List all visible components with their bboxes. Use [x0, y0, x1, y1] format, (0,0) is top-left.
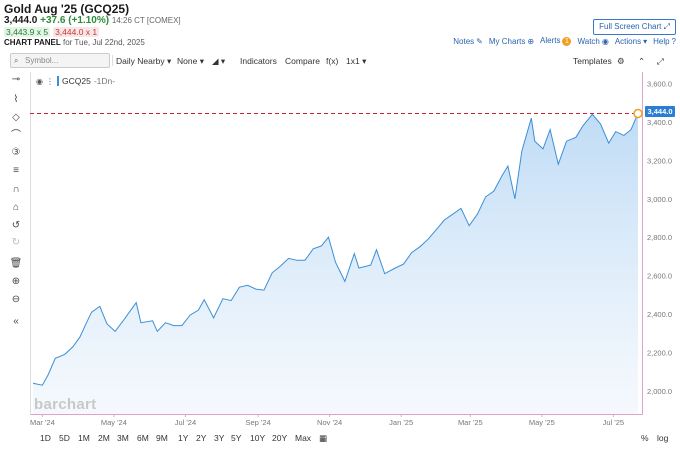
range-1m-button[interactable]: 1M	[78, 433, 90, 443]
range-5d-button[interactable]: 5D	[59, 433, 70, 443]
x-axis-tick-label: Mar '25	[458, 418, 483, 427]
range-2y-button[interactable]: 2Y	[196, 433, 206, 443]
range-bar: 1D 5D 1M 2M 3M 6M 9M 1Y 2Y 3Y 5Y 10Y 20Y Max ▦ % log	[0, 432, 680, 446]
y-axis-tick-label: 3,400.0	[647, 118, 672, 127]
eye-icon[interactable]: ◉	[36, 77, 43, 86]
y-axis-tick-label: 2,000.0	[647, 387, 672, 396]
series-swatch	[56, 76, 59, 86]
range-2m-button[interactable]: 2M	[98, 433, 110, 443]
range-3y-button[interactable]: 3Y	[214, 433, 224, 443]
log-toggle[interactable]: log	[657, 433, 668, 443]
legend-interval: -1Dn-	[93, 76, 116, 86]
x-axis-tick-label: Jul '25	[603, 418, 624, 427]
range-9m-button[interactable]: 9M	[156, 433, 168, 443]
range-1d-button[interactable]: 1D	[40, 433, 51, 443]
range-1y-button[interactable]: 1Y	[178, 433, 188, 443]
range-20y-button[interactable]: 20Y	[272, 433, 287, 443]
y-axis-tick-label: 2,200.0	[647, 349, 672, 358]
last-price-marker[interactable]	[633, 108, 643, 119]
calendar-icon[interactable]: ▦	[319, 433, 327, 444]
chart-legend[interactable]: ◉ ⋮ GCQ25 -1Dn-	[36, 76, 115, 86]
x-axis-tick-label: Nov '24	[317, 418, 342, 427]
y-axis-tick-label: 3,200.0	[647, 156, 672, 165]
y-axis-tick-label: 3,600.0	[647, 80, 672, 89]
range-max-button[interactable]: Max	[295, 433, 311, 443]
barchart-watermark: barchart	[34, 396, 97, 413]
range-5y-button[interactable]: 5Y	[231, 433, 241, 443]
range-3m-button[interactable]: 3M	[117, 433, 129, 443]
x-axis-tick-label: Jan '25	[389, 418, 413, 427]
y-axis-tick-label: 2,600.0	[647, 272, 672, 281]
legend-symbol: GCQ25	[61, 76, 91, 86]
last-price-tag: 3,444.0	[645, 106, 675, 117]
y-axis-tick-label: 2,400.0	[647, 310, 672, 319]
x-axis-tick-label: May '25	[529, 418, 555, 427]
y-axis-tick-label: 2,800.0	[647, 233, 672, 242]
price-area-fill	[33, 113, 638, 414]
x-axis-tick-label: Mar '24	[30, 418, 55, 427]
x-axis-tick-label: May '24	[101, 418, 127, 427]
x-axis-tick-label: Sep '24	[246, 418, 271, 427]
price-chart[interactable]: 2,000.0 2,200.0 2,400.0 2,600.0 2,800.0 3,000…	[0, 0, 680, 450]
x-axis-tick-label: Jul '24	[175, 418, 196, 427]
range-10y-button[interactable]: 10Y	[250, 433, 265, 443]
range-6m-button[interactable]: 6M	[137, 433, 149, 443]
percent-toggle[interactable]: %	[641, 433, 649, 443]
y-axis-tick-label: 3,000.0	[647, 195, 672, 204]
more-icon[interactable]: ⋮	[46, 77, 54, 86]
